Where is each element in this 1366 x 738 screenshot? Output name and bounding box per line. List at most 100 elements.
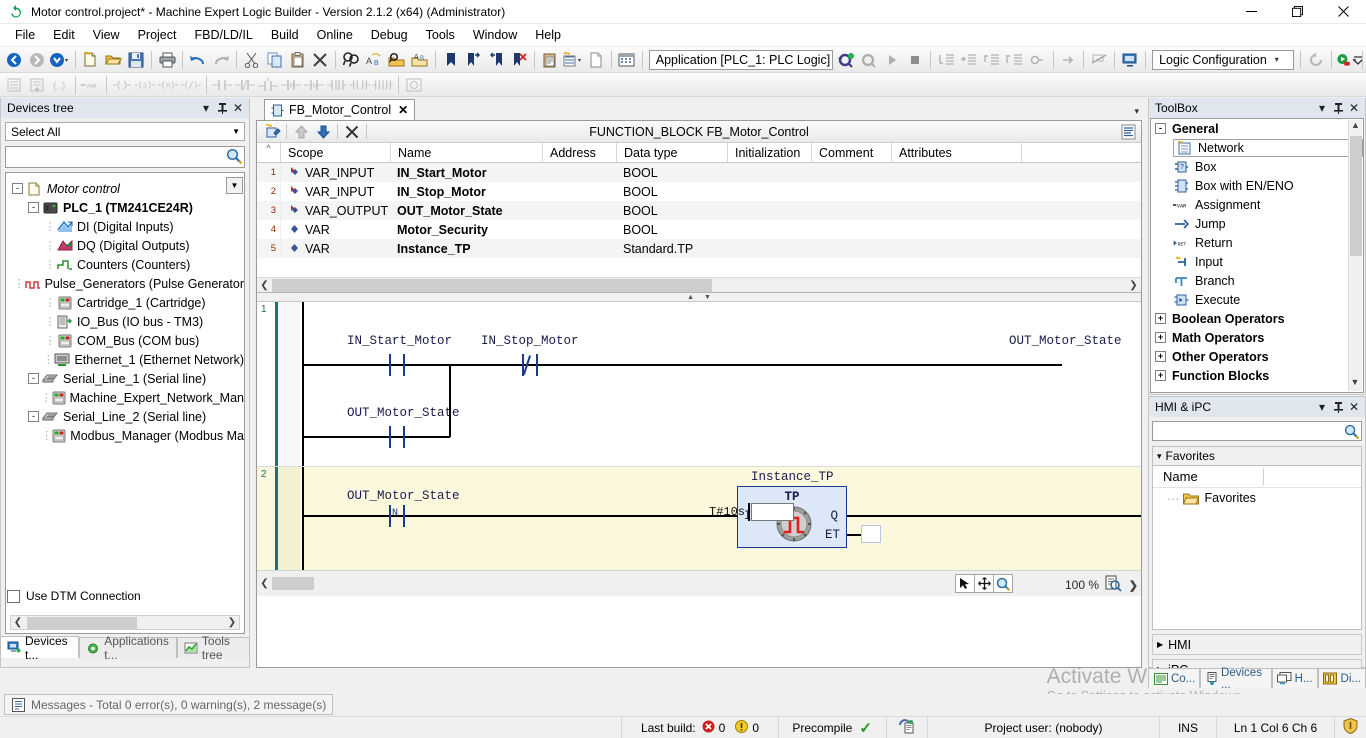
dock-tab-controller-assistant[interactable]: Co... bbox=[1148, 668, 1200, 688]
devices-search-box[interactable] bbox=[5, 146, 245, 168]
find-in-files-icon[interactable] bbox=[386, 49, 408, 71]
cut-icon[interactable] bbox=[241, 49, 263, 71]
pin-icon[interactable] bbox=[1330, 399, 1346, 415]
open-project-icon[interactable] bbox=[103, 49, 125, 71]
hmi-search-input[interactable] bbox=[1153, 423, 1341, 439]
panel-menu-icon[interactable]: ▾ bbox=[1314, 399, 1330, 415]
scroll-left-icon[interactable]: ❮ bbox=[257, 578, 272, 589]
toolbox-group-expander-icon[interactable]: + bbox=[1155, 370, 1166, 381]
tree-expander-icon[interactable]: - bbox=[28, 411, 39, 422]
tab-devices-tree[interactable]: Devices t... bbox=[0, 636, 79, 658]
delete-icon[interactable] bbox=[309, 49, 331, 71]
tree-item[interactable]: ⋮COM_Bus (COM bus) bbox=[6, 331, 244, 350]
close-icon[interactable]: ✕ bbox=[230, 100, 246, 116]
minimize-button[interactable] bbox=[1228, 0, 1274, 24]
toolbox-group-function-blocks[interactable]: +Function Blocks bbox=[1151, 366, 1363, 385]
cell-data-type[interactable]: BOOL bbox=[617, 185, 728, 199]
scroll-left-icon[interactable]: ❮ bbox=[11, 617, 25, 628]
column-data-type[interactable]: Data type bbox=[617, 143, 728, 162]
row-number-column-header[interactable]: ^ bbox=[257, 143, 281, 162]
declaration-horizontal-scrollbar[interactable]: ❮ ❯ bbox=[257, 277, 1141, 292]
splitter-down-icon[interactable]: ▼ bbox=[704, 294, 711, 301]
cell-name[interactable]: OUT_Motor_State bbox=[391, 204, 543, 218]
network-2-pt-input[interactable] bbox=[751, 503, 794, 521]
clear-bookmarks-icon[interactable] bbox=[508, 49, 530, 71]
toolbox-item-input[interactable]: Input bbox=[1151, 252, 1363, 271]
favorites-list[interactable]: Name ⋯ Favorites bbox=[1152, 465, 1362, 630]
replace-icon[interactable]: AB bbox=[363, 49, 385, 71]
favorites-name-header[interactable]: Name bbox=[1153, 466, 1361, 488]
dock-tab-devices[interactable]: Devices ... bbox=[1200, 668, 1271, 688]
favorites-section-header[interactable]: ▾ Favorites bbox=[1152, 446, 1362, 465]
tree-dropdown-button[interactable]: ▼ bbox=[226, 177, 243, 194]
toolbox-item-return[interactable]: RETReturn bbox=[1151, 233, 1363, 252]
toolbox-item-box[interactable]: ?Box bbox=[1151, 157, 1363, 176]
menu-online[interactable]: Online bbox=[308, 25, 362, 45]
hmi-search-box[interactable] bbox=[1152, 421, 1362, 441]
save-icon[interactable] bbox=[125, 49, 147, 71]
paste-icon[interactable] bbox=[287, 49, 309, 71]
cell-scope[interactable]: VAR bbox=[281, 223, 391, 237]
table-row[interactable]: 1VAR_INPUTIN_Start_MotorBOOL bbox=[257, 163, 1141, 182]
toolbox-group-boolean-operators[interactable]: +Boolean Operators bbox=[1151, 309, 1363, 328]
ladder-network-1[interactable]: 1 IN_Start_Motor IN_Stop_Motor OUT_Motor… bbox=[257, 302, 1141, 466]
column-name[interactable]: Name bbox=[391, 143, 543, 162]
tree-expander-icon[interactable]: - bbox=[28, 373, 39, 384]
menu-tools[interactable]: Tools bbox=[417, 25, 464, 45]
move-down-icon[interactable] bbox=[312, 122, 334, 142]
hmi-section[interactable]: ▶ HMI bbox=[1152, 634, 1362, 655]
toolbox-group-expander-icon[interactable]: - bbox=[1155, 123, 1166, 134]
column-comment[interactable]: Comment bbox=[812, 143, 892, 162]
paste-list-icon[interactable] bbox=[539, 49, 561, 71]
toolbox-item-branch[interactable]: Branch bbox=[1151, 271, 1363, 290]
search-icon[interactable] bbox=[226, 148, 242, 167]
textual-view-icon[interactable] bbox=[1117, 122, 1139, 142]
tree-item[interactable]: ⋮DI (Digital Inputs) bbox=[6, 217, 244, 236]
table-row[interactable]: 4VARMotor_SecurityBOOL bbox=[257, 220, 1141, 239]
menu-build[interactable]: Build bbox=[262, 25, 308, 45]
cell-data-type[interactable]: BOOL bbox=[617, 204, 728, 218]
menu-project[interactable]: Project bbox=[129, 25, 186, 45]
column-scope[interactable]: Scope bbox=[281, 143, 391, 162]
cell-scope[interactable]: VAR bbox=[281, 242, 391, 256]
ladder-network-2[interactable]: 2 OUT_Motor_State Instance_TP Motor_Secu… bbox=[257, 467, 1141, 585]
table-row[interactable]: 2VAR_INPUTIN_Stop_MotorBOOL bbox=[257, 182, 1141, 201]
tab-applications-tree[interactable]: Applications t... bbox=[79, 637, 177, 658]
maximize-button[interactable] bbox=[1274, 0, 1320, 24]
devices-search-input[interactable] bbox=[6, 148, 226, 166]
scroll-thumb[interactable] bbox=[1350, 136, 1362, 256]
column-initialization[interactable]: Initialization bbox=[728, 143, 812, 162]
scroll-right-icon[interactable]: ❯ bbox=[1126, 280, 1141, 291]
cell-name[interactable]: Instance_TP bbox=[391, 242, 543, 256]
replace-in-files-icon[interactable]: AB bbox=[409, 49, 431, 71]
scroll-up-icon[interactable]: ▲ bbox=[1349, 120, 1362, 134]
pin-icon[interactable] bbox=[1330, 100, 1346, 116]
menu-edit[interactable]: Edit bbox=[44, 25, 84, 45]
column-attributes[interactable]: Attributes bbox=[892, 143, 1022, 162]
tree-item[interactable]: ⋮IO_Bus (IO bus - TM3) bbox=[6, 312, 244, 331]
close-icon[interactable]: ✕ bbox=[398, 103, 408, 117]
column-address[interactable]: Address bbox=[543, 143, 617, 162]
bookmark-icon[interactable] bbox=[440, 49, 462, 71]
pin-icon[interactable] bbox=[214, 100, 230, 116]
toolbar-overflow-icon[interactable] bbox=[1352, 50, 1364, 70]
favorites-item[interactable]: ⋯ Favorites bbox=[1153, 488, 1361, 508]
cell-name[interactable]: Motor_Security bbox=[391, 223, 543, 237]
tree-expander-icon[interactable]: - bbox=[28, 202, 39, 213]
tree-item[interactable]: ⋮Machine_Expert_Network_Man bbox=[6, 388, 244, 407]
undo-icon[interactable] bbox=[187, 49, 209, 71]
scroll-thumb[interactable] bbox=[272, 279, 712, 292]
editor-tab-fb-motor-control[interactable]: FB_Motor_Control ✕ bbox=[264, 99, 415, 120]
toolbox-group-math-operators[interactable]: +Math Operators bbox=[1151, 328, 1363, 347]
select-all-dropdown[interactable]: Select All ▼ bbox=[5, 122, 245, 141]
network-2-pt-value[interactable]: T#10s bbox=[709, 505, 745, 519]
new-document-icon[interactable] bbox=[585, 49, 607, 71]
table-row[interactable]: 3VAR_OUTPUTOUT_Motor_StateBOOL bbox=[257, 201, 1141, 220]
toolbox-group-expander-icon[interactable]: + bbox=[1155, 332, 1166, 343]
toolbox-vertical-scrollbar[interactable]: ▲ ▼ bbox=[1348, 120, 1362, 391]
zoom-fit-icon[interactable] bbox=[1103, 574, 1123, 594]
toolbox-group-expander-icon[interactable]: + bbox=[1155, 313, 1166, 324]
splitter-up-icon[interactable]: ▲ bbox=[687, 294, 694, 301]
column-divider[interactable] bbox=[1263, 468, 1264, 485]
auto-declare-icon[interactable] bbox=[261, 122, 283, 142]
